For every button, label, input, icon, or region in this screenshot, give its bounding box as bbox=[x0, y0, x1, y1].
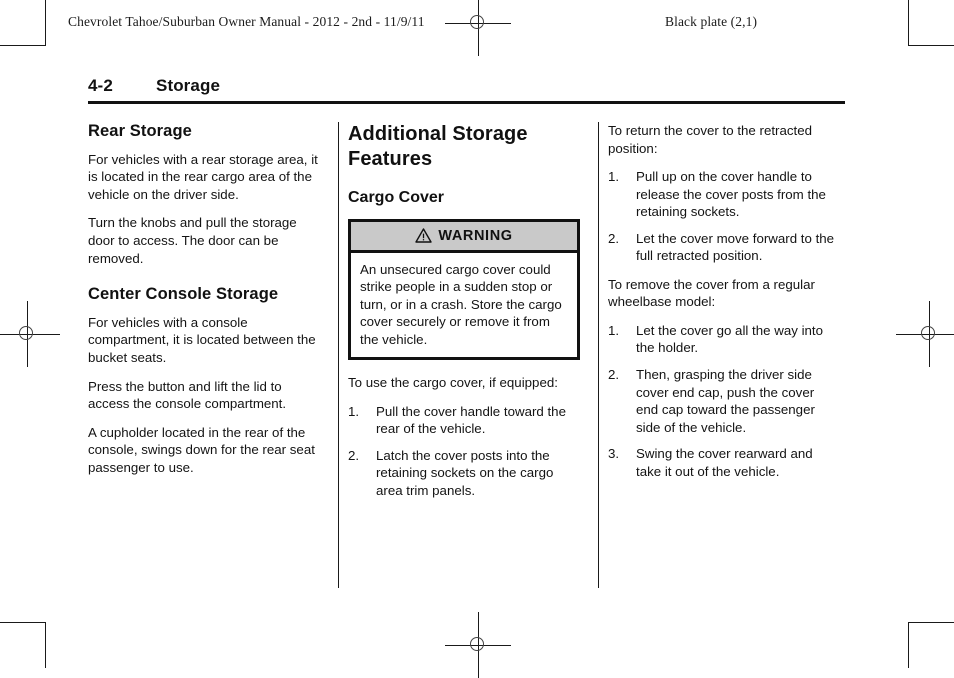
paragraph-rear-storage-2: Turn the knobs and pull the storage door… bbox=[88, 215, 297, 266]
crop-mark-bottom-right-horizontal bbox=[908, 622, 954, 623]
crop-mark-top-left-vertical bbox=[45, 0, 46, 46]
registration-mark-right bbox=[896, 301, 954, 367]
page-number: 4-2 bbox=[88, 76, 113, 95]
crop-mark-bottom-right-vertical bbox=[908, 622, 909, 668]
warning-label: WARNING bbox=[438, 227, 513, 244]
warning-box: WARNING An unsecured cargo cover could s… bbox=[348, 218, 580, 361]
heading-cargo-cover: Cargo Cover bbox=[348, 189, 445, 207]
list-item-number: 2. bbox=[608, 367, 620, 383]
crop-mark-top-left-horizontal bbox=[0, 45, 46, 46]
registration-mark-top bbox=[445, 0, 511, 56]
list-item-number: 1. bbox=[608, 169, 620, 185]
registration-mark-bottom bbox=[445, 612, 511, 678]
paragraph-return-cover-intro: To return the cover to the retracted pos… bbox=[608, 123, 812, 156]
list-item-number: 2. bbox=[348, 447, 360, 463]
list-item: 2. Latch the cover posts into the retain… bbox=[348, 447, 580, 500]
column-right: To return the cover to the retracted pos… bbox=[608, 122, 840, 592]
list-remove-cover: 1. Let the cover go all the way into the… bbox=[608, 322, 840, 480]
list-item-number: 1. bbox=[608, 322, 620, 338]
list-return-cover: 1. Pull up on the cover handle to releas… bbox=[608, 168, 840, 265]
list-item: 1. Let the cover go all the way into the… bbox=[608, 322, 840, 357]
warning-triangle-icon bbox=[415, 228, 433, 243]
list-item: 3. Swing the cover rearward and take it … bbox=[608, 445, 840, 480]
heading-additional-storage-features: Additional Storage Features bbox=[348, 123, 528, 171]
list-item-text: Pull the cover handle toward the rear of… bbox=[376, 403, 566, 437]
list-item-number: 2. bbox=[608, 230, 620, 246]
page-header: 4-2 Storage bbox=[88, 76, 845, 104]
list-item: 2. Then, grasping the driver side cover … bbox=[608, 366, 840, 436]
list-item: 2. Let the cover move forward to the ful… bbox=[608, 230, 840, 265]
crop-mark-top-right-horizontal bbox=[908, 45, 954, 46]
list-item: 1. Pull up on the cover handle to releas… bbox=[608, 168, 840, 221]
paragraph-cargo-cover-intro: To use the cargo cover, if equipped: bbox=[348, 375, 558, 391]
running-head-right: Black plate (2,1) bbox=[665, 14, 758, 29]
column-middle: Additional Storage Features Cargo Cover … bbox=[348, 122, 580, 592]
column-divider-2 bbox=[598, 122, 599, 588]
list-item-text: Swing the cover rearward and take it out… bbox=[636, 446, 813, 479]
crop-mark-bottom-left-vertical bbox=[45, 622, 46, 668]
paragraph-center-console-3: A cupholder located in the rear of the c… bbox=[88, 424, 315, 475]
warning-box-header: WARNING bbox=[351, 221, 577, 253]
page-title: Storage bbox=[156, 76, 220, 95]
column-divider-1 bbox=[338, 122, 339, 588]
column-left: Rear Storage For vehicles with a rear st… bbox=[88, 122, 320, 592]
list-item-text: Pull up on the cover handle to release t… bbox=[636, 169, 826, 220]
list-cargo-cover-use: 1. Pull the cover handle toward the rear… bbox=[348, 403, 580, 500]
heading-center-console-storage: Center Console Storage bbox=[88, 285, 279, 304]
paragraph-rear-storage-1: For vehicles with a rear storage area, i… bbox=[88, 151, 318, 202]
list-item-text: Latch the cover posts into the retaining… bbox=[376, 447, 554, 499]
running-head-left: Chevrolet Tahoe/Suburban Owner Manual - … bbox=[68, 14, 425, 29]
paragraph-center-console-1: For vehicles with a console compartment,… bbox=[88, 314, 316, 365]
paragraph-remove-cover-intro: To remove the cover from a regular wheel… bbox=[608, 276, 815, 310]
crop-mark-bottom-left-horizontal bbox=[0, 622, 46, 623]
registration-mark-left bbox=[0, 301, 60, 367]
list-item: 1. Pull the cover handle toward the rear… bbox=[348, 403, 580, 438]
page-header-rule bbox=[88, 101, 845, 104]
list-item-text: Let the cover move forward to the full r… bbox=[636, 230, 835, 264]
crop-mark-top-right-vertical bbox=[908, 0, 909, 46]
list-item-number: 3. bbox=[608, 446, 620, 462]
list-item-number: 1. bbox=[348, 403, 360, 419]
list-item-text: Let the cover go all the way into the ho… bbox=[636, 322, 824, 356]
heading-rear-storage: Rear Storage bbox=[88, 122, 192, 140]
warning-box-text: An unsecured cargo cover could strike pe… bbox=[360, 261, 562, 347]
list-item-text: Then, grasping the driver side cover end… bbox=[636, 367, 815, 435]
paragraph-center-console-2: Press the button and lift the lid to acc… bbox=[88, 378, 287, 412]
page-body: Rear Storage For vehicles with a rear st… bbox=[88, 122, 854, 592]
